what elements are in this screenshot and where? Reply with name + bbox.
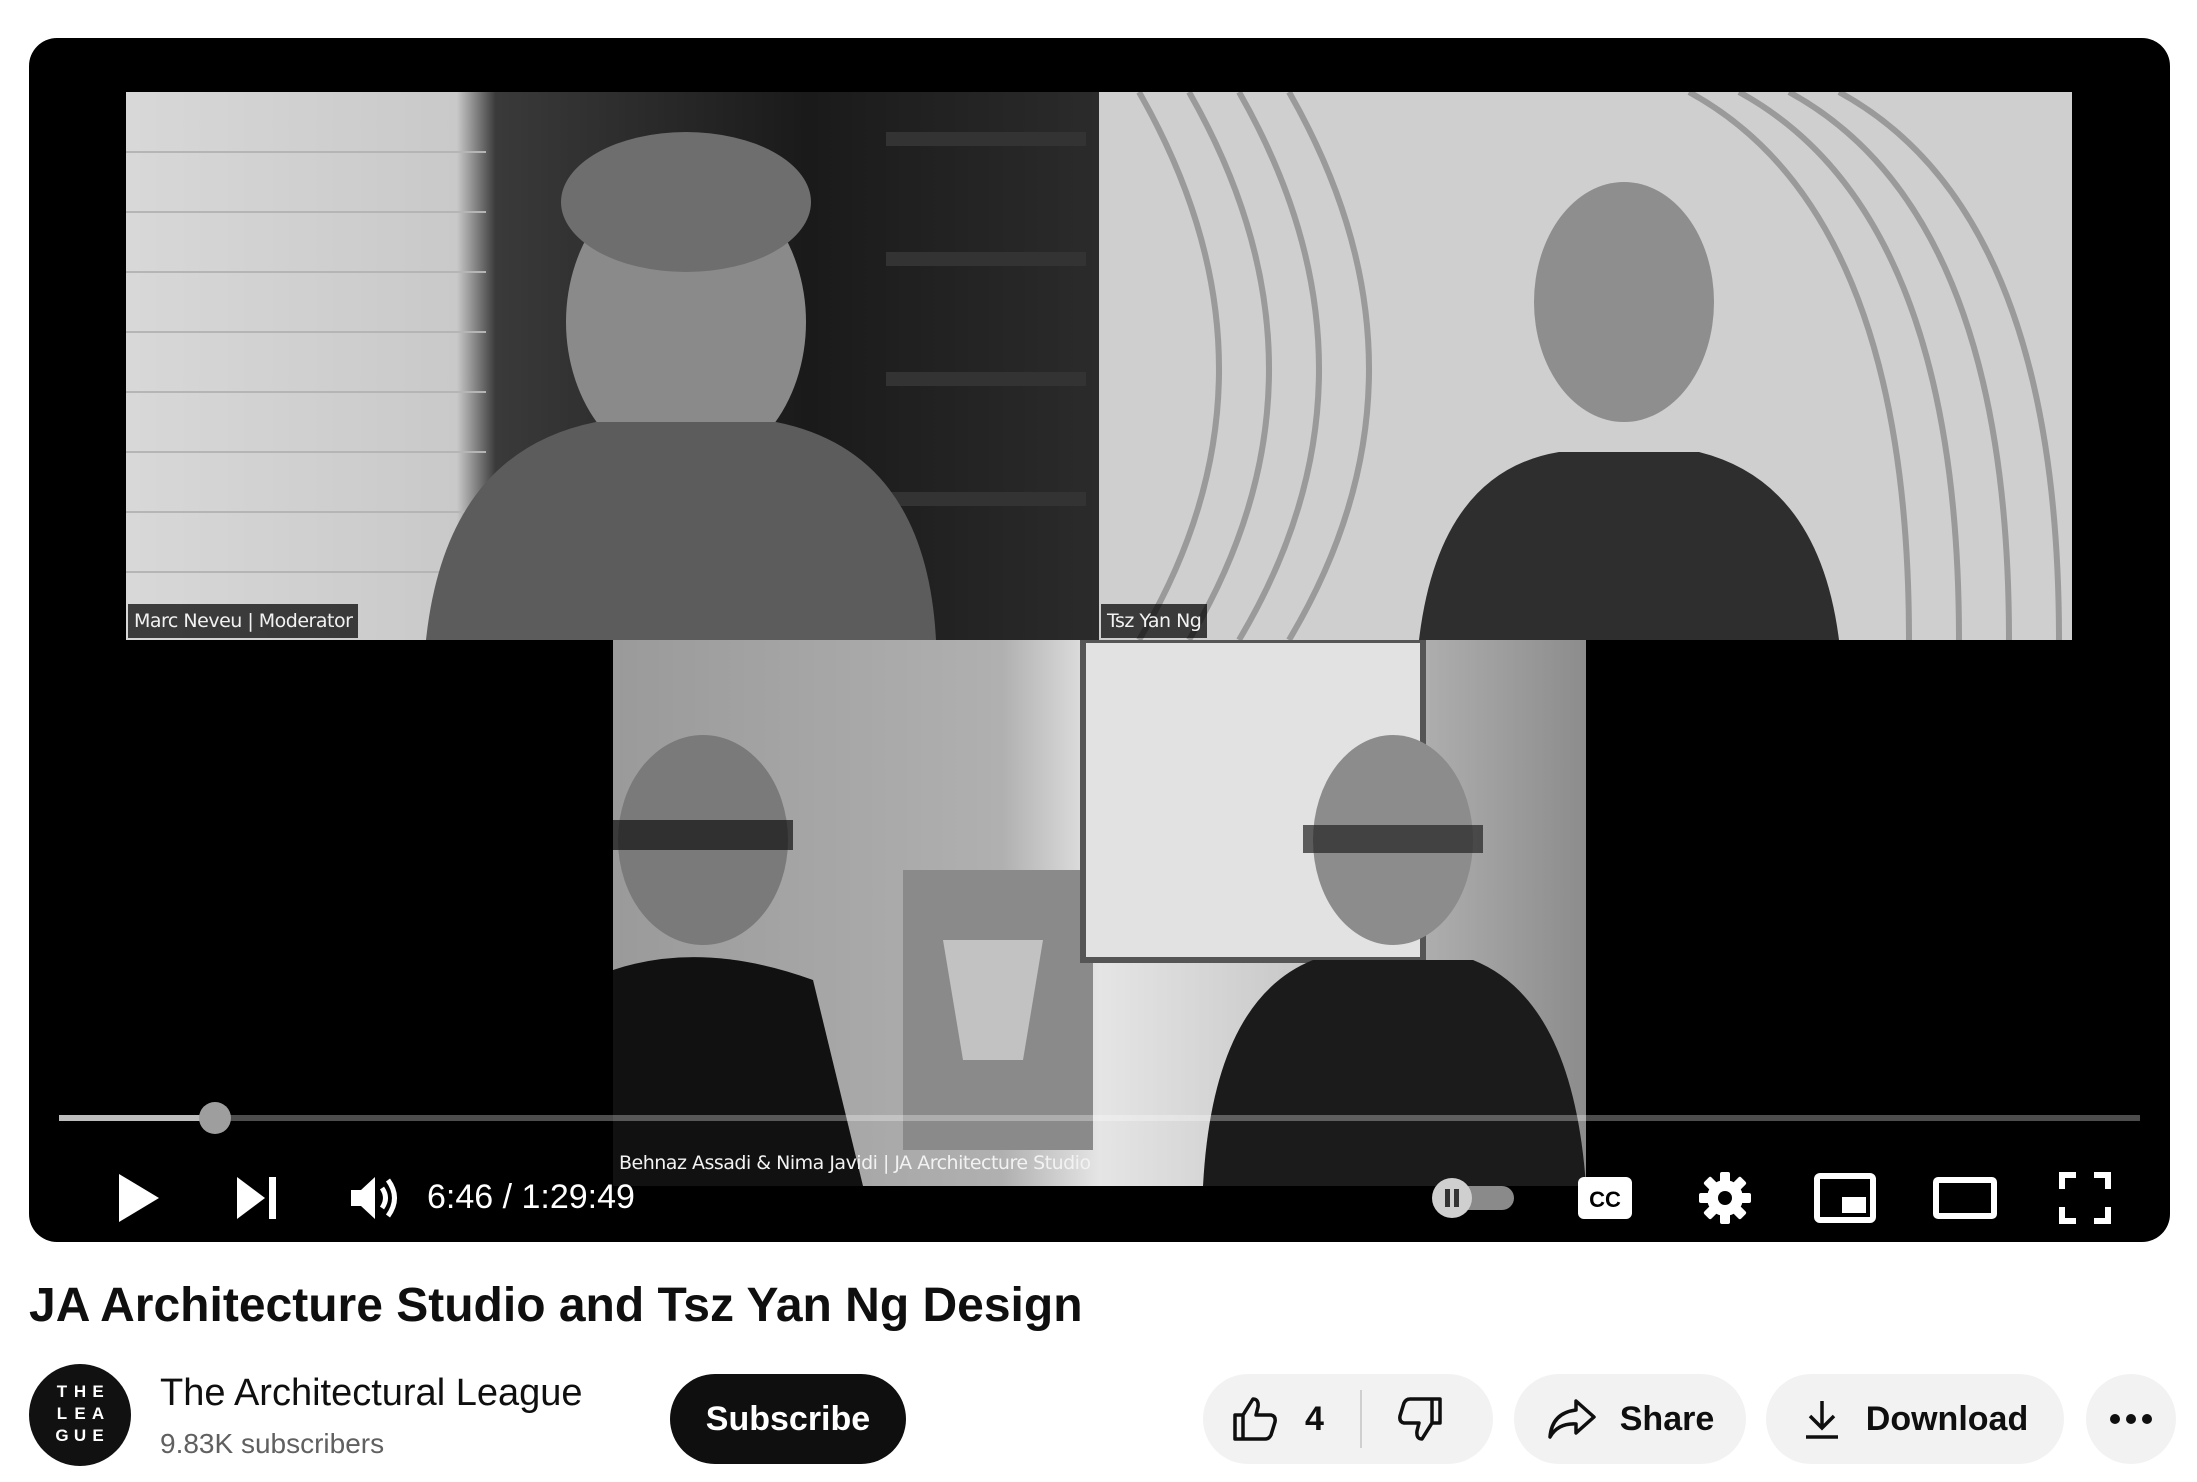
dislike-button[interactable] — [1362, 1374, 1478, 1464]
subscriber-count: 9.83K subscribers — [160, 1428, 385, 1459]
logo-letter: L — [56, 1404, 68, 1423]
fullscreen-icon — [2059, 1172, 2111, 1224]
progress-bar-played — [59, 1115, 216, 1121]
logo-letter: E — [92, 1382, 104, 1401]
logo-letter: U — [73, 1426, 87, 1445]
logo-letter: T — [56, 1382, 68, 1401]
like-count: 4 — [1305, 1399, 1324, 1438]
logo-letter: E — [74, 1404, 86, 1423]
share-button[interactable]: Share — [1514, 1374, 1746, 1464]
more-horizontal-icon — [2110, 1414, 2152, 1424]
logo-letter: H — [73, 1382, 87, 1401]
download-label: Download — [1865, 1399, 2029, 1438]
theater-mode-icon — [1933, 1177, 1997, 1219]
like-button[interactable]: 4 — [1203, 1374, 1360, 1464]
time-display: 6:46 / 1:29:49 — [427, 1178, 635, 1216]
channel-name[interactable]: The Architectural League — [160, 1372, 583, 1415]
subscribe-button[interactable]: Subscribe — [670, 1374, 906, 1464]
autoplay-toggle-icon — [1432, 1178, 1514, 1218]
miniplayer-icon — [1814, 1173, 1876, 1223]
theater-mode-button[interactable] — [1915, 1158, 2015, 1238]
video-tile-speaker: Tsz Yan Ng — [1099, 92, 2072, 640]
like-dislike-group: 4 — [1203, 1374, 1493, 1464]
thumbs-down-icon — [1398, 1397, 1442, 1441]
svg-text:CC: CC — [1589, 1187, 1621, 1212]
next-button[interactable] — [207, 1158, 307, 1238]
volume-icon — [351, 1177, 397, 1219]
progress-scrubber-handle[interactable] — [199, 1102, 232, 1134]
logo-letter: E — [92, 1426, 104, 1445]
miniplayer-button[interactable] — [1795, 1158, 1895, 1238]
video-tile-moderator: Marc Neveu | Moderator — [126, 92, 1099, 640]
thumbs-up-icon — [1233, 1397, 1277, 1441]
captions-button[interactable]: CC — [1555, 1158, 1655, 1238]
gear-icon — [1699, 1172, 1751, 1224]
skip-next-icon — [237, 1177, 276, 1219]
play-icon — [119, 1174, 159, 1222]
progress-bar[interactable] — [59, 1102, 2140, 1134]
cc-icon: CC — [1578, 1177, 1632, 1219]
logo-letter: A — [91, 1404, 105, 1423]
download-button[interactable]: Download — [1766, 1374, 2064, 1464]
channel-avatar[interactable]: THELEAGUE — [29, 1364, 131, 1466]
play-button[interactable] — [89, 1158, 189, 1238]
video-tile-guests: Behnaz Assadi & Nima Javidi | JA Archite… — [613, 640, 1586, 1186]
participant-label: Tsz Yan Ng — [1101, 604, 1208, 638]
speaker-video-frame — [1136, 92, 2062, 640]
video-player[interactable]: Marc Neveu | Moderator Tsz Yan Ng Behnaz… — [29, 38, 2170, 1242]
participant-label: Marc Neveu | Moderator — [128, 604, 359, 638]
settings-button[interactable] — [1675, 1158, 1775, 1238]
guests-video-frame — [613, 640, 1586, 1186]
logo-letter: G — [55, 1426, 69, 1445]
share-label: Share — [1619, 1399, 1715, 1438]
download-icon — [1805, 1401, 1838, 1439]
moderator-video-frame — [126, 132, 1086, 640]
share-icon — [1548, 1399, 1596, 1439]
volume-button[interactable] — [325, 1158, 425, 1238]
autoplay-toggle[interactable] — [1424, 1163, 1524, 1233]
video-title: JA Architecture Studio and Tsz Yan Ng De… — [29, 1279, 1083, 1332]
more-actions-button[interactable] — [2086, 1374, 2176, 1464]
participant-label: Behnaz Assadi & Nima Javidi | JA Archite… — [619, 1152, 1091, 1174]
fullscreen-button[interactable] — [2035, 1158, 2135, 1238]
